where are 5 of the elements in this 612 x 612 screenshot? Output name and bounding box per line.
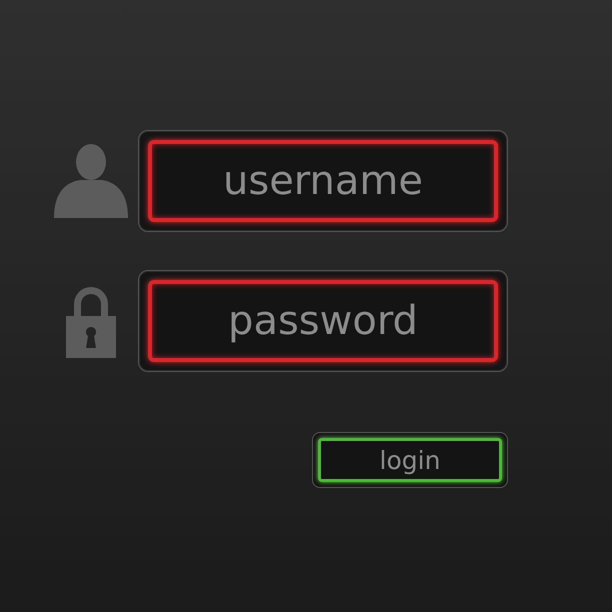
- password-field[interactable]: password: [138, 270, 508, 372]
- lock-icon: [66, 284, 116, 358]
- username-field[interactable]: username: [138, 130, 508, 232]
- user-icon: [54, 144, 128, 218]
- login-button[interactable]: login: [318, 438, 502, 482]
